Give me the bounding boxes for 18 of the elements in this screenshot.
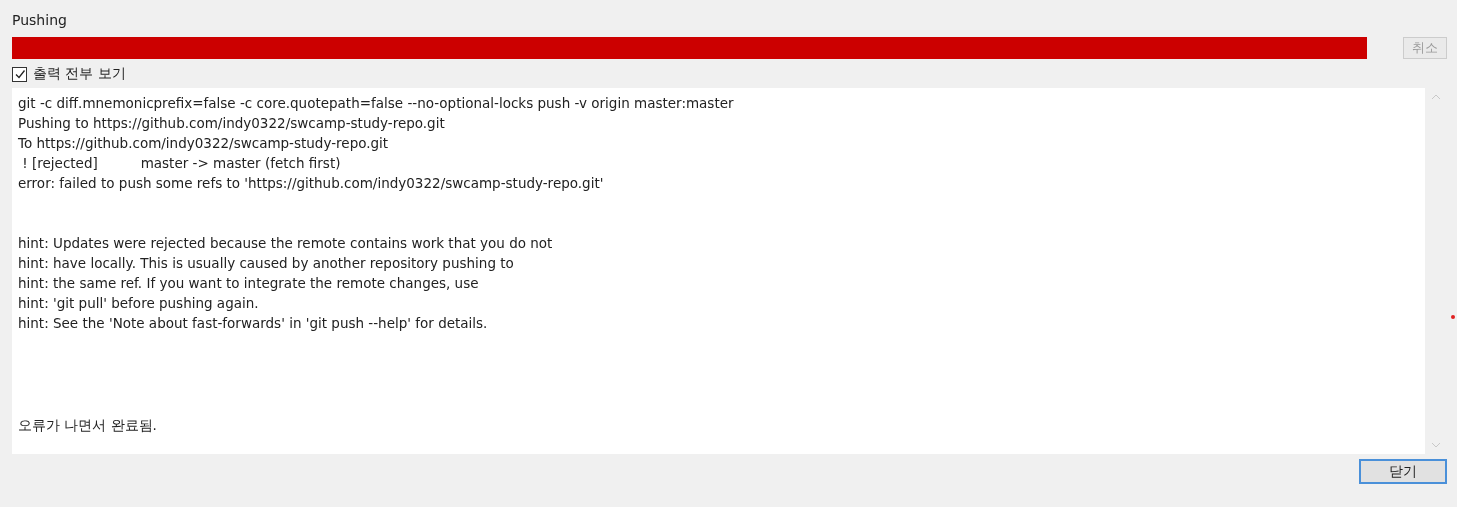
log-line: hint: Updates were rejected because the remote contains work that you do not [18, 234, 554, 253]
show-output-checkbox[interactable]: 출력 전부 보기 [12, 64, 126, 84]
operation-title: Pushing [12, 12, 68, 30]
log-line: To https://github.com/indy0322/swcamp-study-repo.git [18, 134, 390, 153]
scroll-up-icon[interactable] [1431, 94, 1441, 100]
log-line: hint: have locally. This is usually caused by another repository pushing to [18, 254, 515, 273]
scroll-down-icon[interactable] [1431, 442, 1441, 448]
log-line: Pushing to https://github.com/indy0322/swcamp-study-repo.git [18, 114, 446, 133]
indicator-dot [1451, 315, 1455, 319]
log-line: 오류가 나면서 완료됨. [18, 416, 158, 435]
log-line: error: failed to push some refs to 'https://github.com/indy0322/swcamp-study-repo.git' [18, 174, 605, 193]
log-line: hint: 'git pull' before pushing again. [18, 294, 260, 313]
close-button[interactable]: 닫기 [1359, 459, 1447, 484]
log-line: hint: See the 'Note about fast-forwards' in 'git push --help' for details. [18, 314, 489, 333]
log-line: git -c diff.mnemonicprefix=false -c core.quotepath=false --no-optional-locks push -v origin master:master [18, 94, 735, 113]
log-line: hint: the same ref. If you want to integrate the remote changes, use [18, 274, 480, 293]
checkmark-icon [13, 68, 26, 80]
log-line: ! [rejected] master -> master (fetch first) [21, 154, 342, 173]
